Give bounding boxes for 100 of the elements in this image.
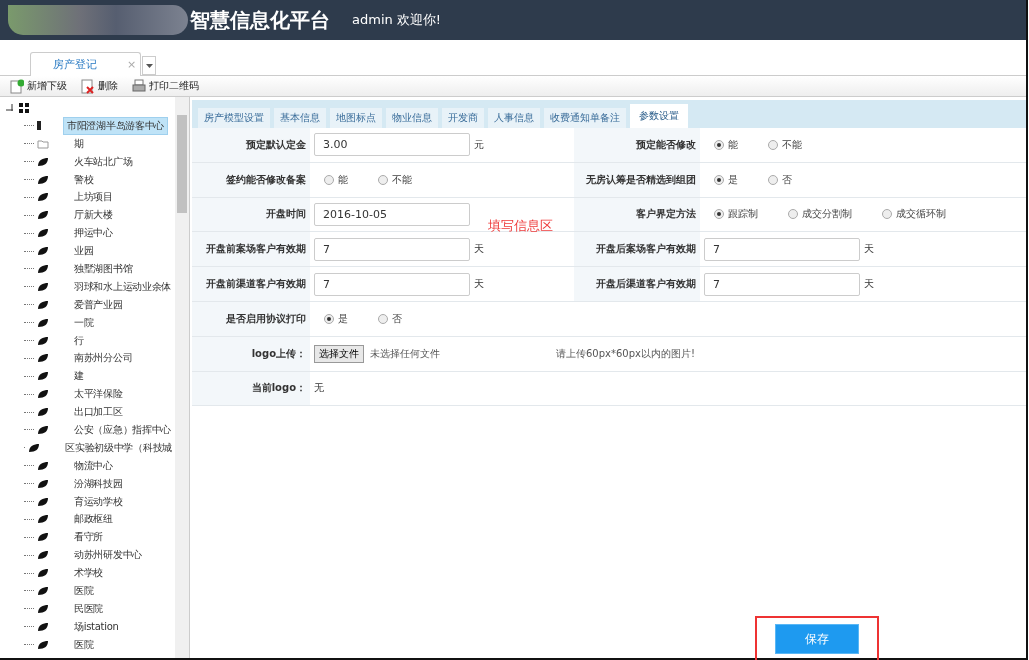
tree-item[interactable]: 建 <box>71 368 87 385</box>
tree-item[interactable]: 场istation <box>71 618 122 635</box>
grid-icon <box>19 102 29 113</box>
tree-item[interactable]: 爱普产业园 <box>71 296 126 313</box>
tab-label[interactable]: 房产登记 <box>53 57 97 72</box>
toolbar-button[interactable]: 打印二维码 <box>132 78 199 94</box>
radio-option[interactable]: 成交分割制 <box>788 207 852 222</box>
leaf-icon <box>37 424 49 435</box>
tree-item[interactable]: 羽球和水上运动业余体 <box>71 278 174 295</box>
form-tab[interactable]: 开发商 <box>442 108 484 128</box>
leaf-icon <box>37 174 49 185</box>
unit-label: 天 <box>474 242 484 257</box>
tree-item[interactable]: 动苏州研发中心 <box>71 547 145 564</box>
leaf-icon <box>37 603 49 614</box>
welcome-text: admin 欢迎你! <box>352 11 442 29</box>
field-label: 开盘后渠道客户有效期 <box>596 277 696 292</box>
tree-item[interactable]: 行 <box>71 332 87 349</box>
input-field[interactable]: 7 <box>314 237 470 261</box>
choose-file-button[interactable]: 选择文件 <box>314 344 364 363</box>
radio-option[interactable]: 否 <box>378 311 402 326</box>
radio-option[interactable]: 不能 <box>378 172 412 187</box>
tree-item[interactable]: 育运动学校 <box>71 493 126 510</box>
unit-label: 天 <box>864 242 874 257</box>
tree-item[interactable]: 太平洋保险 <box>71 386 126 403</box>
input-field[interactable]: 7 <box>704 272 860 296</box>
tree-item[interactable]: 厅新大楼 <box>71 207 116 224</box>
app-title: 智慧信息化平台 <box>190 6 330 34</box>
tree-item[interactable]: 一院 <box>71 314 97 331</box>
tree-item[interactable]: 独墅湖图书馆 <box>71 260 136 277</box>
tree-item[interactable]: 南苏州分公司 <box>71 350 136 367</box>
node-icon <box>37 121 41 131</box>
tree-item[interactable]: 区实验初级中学（科技城 <box>62 439 175 456</box>
dropdown-button[interactable] <box>142 56 157 75</box>
leaf-icon <box>37 156 49 167</box>
tree-item[interactable]: 医院 <box>71 636 97 653</box>
tree-item[interactable]: 物流中心 <box>71 457 116 474</box>
scrollbar[interactable] <box>175 97 189 658</box>
input-field[interactable]: 3.00 <box>314 133 470 157</box>
radio-option[interactable]: 跟踪制 <box>714 207 758 222</box>
radio-option[interactable]: 否 <box>768 172 792 187</box>
tree-item[interactable]: 火车站北广场 <box>71 153 136 170</box>
form-tab[interactable]: 收费通知单备注 <box>544 108 626 128</box>
tree-item[interactable]: 期 <box>71 135 87 152</box>
leaf-icon <box>37 353 49 364</box>
field-label: 无房认筹是否精选到组团 <box>586 172 696 187</box>
form-tab[interactable]: 地图标点 <box>330 108 382 128</box>
leaf-icon <box>37 568 49 579</box>
leaf-icon <box>37 478 49 489</box>
leaf-icon <box>37 281 49 292</box>
leaf-icon <box>37 639 49 650</box>
leaf-icon <box>37 621 49 632</box>
tree-item[interactable]: 术学校 <box>71 565 107 582</box>
delete-icon <box>81 78 95 94</box>
form-tab[interactable]: 房产模型设置 <box>198 108 270 128</box>
tree-item[interactable]: 出口加工区 <box>71 404 126 421</box>
radio-option[interactable]: 成交循环制 <box>882 207 946 222</box>
field-label: 预定能否修改 <box>636 137 696 152</box>
field-label: logo上传： <box>251 346 306 361</box>
tree-item[interactable]: 邮政枢纽 <box>71 511 116 528</box>
leaf-icon <box>37 460 49 471</box>
input-field[interactable]: 7 <box>314 272 470 296</box>
field-label: 当前logo： <box>251 381 306 396</box>
tree-item[interactable]: 公安（应急）指挥中心 <box>71 421 174 438</box>
toolbar-button[interactable]: 新增下级 <box>10 78 67 94</box>
file-status: 未选择任何文件 <box>370 346 440 361</box>
logo-value: 无 <box>314 381 324 396</box>
tree-item[interactable]: 汾湖科技园 <box>71 475 126 492</box>
tree-item[interactable]: 医院 <box>71 583 97 599</box>
tree-item[interactable]: 看守所 <box>71 529 107 546</box>
caret-icon <box>145 63 153 68</box>
collapse-icon[interactable] <box>6 104 13 112</box>
field-label: 客户界定方法 <box>636 207 696 222</box>
radio-option[interactable]: 能 <box>324 172 348 187</box>
tree-item[interactable]: 警校 <box>71 171 97 188</box>
input-field[interactable]: 7 <box>704 237 860 261</box>
add-icon <box>10 78 24 94</box>
tree-item[interactable]: 押运中心 <box>71 225 116 242</box>
form-tab[interactable]: 人事信息 <box>488 108 540 128</box>
field-label: 开盘时间 <box>266 207 306 222</box>
unit-label: 天 <box>864 277 874 292</box>
toolbar-button[interactable]: 删除 <box>81 78 118 94</box>
leaf-icon <box>37 550 49 561</box>
unit-label: 天 <box>474 277 484 292</box>
input-field[interactable]: 2016-10-05 <box>314 203 470 226</box>
form-tab[interactable]: 物业信息 <box>386 108 438 128</box>
radio-option[interactable]: 是 <box>324 311 348 326</box>
tree-item[interactable]: 市阳澄湖半岛游客中心 <box>63 116 168 135</box>
tree-item[interactable]: 上坊项目 <box>71 189 116 206</box>
leaf-icon <box>37 210 49 221</box>
radio-option[interactable]: 不能 <box>768 137 802 152</box>
field-label: 开盘后案场客户有效期 <box>596 242 696 257</box>
page-tab[interactable]: 房产登记 × <box>30 52 142 76</box>
leaf-icon <box>37 514 49 525</box>
tree-item[interactable]: 民医院 <box>71 600 107 617</box>
form-tab[interactable]: 参数设置 <box>630 104 688 128</box>
printer-icon <box>132 78 146 94</box>
radio-option[interactable]: 能 <box>714 137 738 152</box>
tree-item[interactable]: 业园 <box>71 243 97 260</box>
radio-option[interactable]: 是 <box>714 172 738 187</box>
form-tab[interactable]: 基本信息 <box>274 108 326 128</box>
